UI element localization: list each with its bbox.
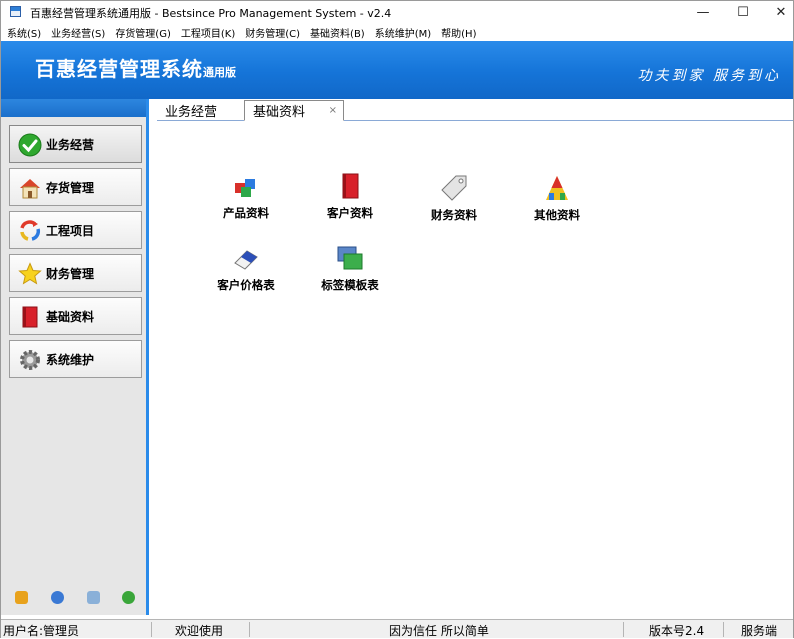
banner-slogan: 功夫到家 服务到心 xyxy=(637,68,781,84)
banner-title-text: 百惠经营管理系统 xyxy=(35,57,203,81)
palette-icon xyxy=(546,176,568,200)
sidebar-header xyxy=(1,99,146,117)
status-divider xyxy=(623,622,624,637)
tab-business[interactable]: 业务经营 xyxy=(165,100,217,121)
status-divider xyxy=(151,622,152,637)
module-label: 财务资料 xyxy=(431,208,477,222)
tab-close-icon[interactable]: × xyxy=(329,105,337,116)
eraser-icon xyxy=(234,250,258,270)
status-user: 用户名:管理员 xyxy=(3,624,80,638)
module-customer-price-list[interactable]: 客户价格表 xyxy=(204,243,288,293)
sidebar-item-label: 工程项目 xyxy=(46,223,95,238)
gear-icon xyxy=(20,350,40,370)
back-icon[interactable] xyxy=(122,591,135,604)
book-icon xyxy=(22,306,38,328)
cubes-icon xyxy=(235,179,255,197)
header-banner: 百惠经营管理系统通用版 功夫到家 服务到心 xyxy=(1,41,793,99)
main-content: 产品资料 客户资料 财务资料 其他资料 客户价格表 标签模板表 xyxy=(152,121,793,615)
sidebar-item-label: 业务经营 xyxy=(46,137,95,152)
status-motto: 因为信任 所以简单 xyxy=(389,624,489,638)
tab-basic-data[interactable]: 基础资料 × xyxy=(244,100,344,121)
module-other-data[interactable]: 其他资料 xyxy=(515,173,599,223)
menu-business[interactable]: 业务经营(S) xyxy=(51,25,105,40)
sidebar-item-label: 存货管理 xyxy=(46,180,95,195)
key-icon[interactable] xyxy=(15,591,28,604)
sidebar-item-label: 系统维护 xyxy=(46,352,95,367)
tab-bar: 业务经营 基础资料 × xyxy=(157,99,793,121)
minimize-button[interactable]: — xyxy=(685,1,721,23)
status-version: 版本号2.4 xyxy=(649,624,705,638)
module-label: 客户价格表 xyxy=(217,278,275,292)
module-label: 产品资料 xyxy=(223,206,269,220)
search-doc-icon[interactable] xyxy=(87,591,100,604)
title-bar: 百惠经营管理系统通用版 - Bestsince Pro Management S… xyxy=(1,1,793,23)
sidebar-item-maintenance[interactable]: 系统维护 xyxy=(9,340,142,378)
module-customer-data[interactable]: 客户资料 xyxy=(308,171,392,221)
app-icon xyxy=(10,6,21,17)
app-window: 百惠经营管理系统通用版 - Bestsince Pro Management S… xyxy=(0,0,794,638)
menu-projects[interactable]: 工程项目(K) xyxy=(181,25,235,40)
sidebar-item-projects[interactable]: 工程项目 xyxy=(9,211,142,249)
menu-inventory[interactable]: 存货管理(G) xyxy=(115,25,171,40)
status-server: 服务端 xyxy=(741,624,778,638)
status-bar: 用户名:管理员 欢迎使用 因为信任 所以简单 版本号2.4 服务端 xyxy=(1,619,793,638)
star-icon xyxy=(18,262,42,285)
module-label: 其他资料 xyxy=(534,208,580,222)
sidebar-item-label: 财务管理 xyxy=(46,266,95,281)
check-icon xyxy=(18,133,42,157)
tag-icon xyxy=(441,175,467,201)
status-welcome: 欢迎使用 xyxy=(175,624,224,638)
module-finance-data[interactable]: 财务资料 xyxy=(412,173,496,223)
status-divider xyxy=(249,622,250,637)
sidebar-item-business[interactable]: 业务经营 xyxy=(9,125,142,163)
banner-edition: 通用版 xyxy=(203,66,236,79)
sidebar: 业务经营 存货管理 工程项目 财务管理 基础资料 系统维护 xyxy=(1,99,149,615)
sidebar-item-finance[interactable]: 财务管理 xyxy=(9,254,142,292)
close-button[interactable]: ✕ xyxy=(763,1,794,23)
status-divider xyxy=(723,622,724,637)
menu-basic-data[interactable]: 基础资料(B) xyxy=(310,25,365,40)
window-title: 百惠经营管理系统通用版 - Bestsince Pro Management S… xyxy=(30,7,392,20)
sidebar-item-basic-data[interactable]: 基础资料 xyxy=(9,297,142,335)
module-label: 标签模板表 xyxy=(321,278,379,292)
maximize-button[interactable]: ☐ xyxy=(725,1,761,23)
module-product-data[interactable]: 产品资料 xyxy=(204,171,288,221)
sidebar-toolbar xyxy=(1,587,146,609)
menu-finance[interactable]: 财务管理(C) xyxy=(245,25,300,40)
module-label-template[interactable]: 标签模板表 xyxy=(308,243,392,293)
tab-label: 基础资料 xyxy=(253,105,306,120)
module-label: 客户资料 xyxy=(327,206,373,220)
menu-system[interactable]: 系统(S) xyxy=(7,25,41,40)
menu-bar: 系统(S) 业务经营(S) 存货管理(G) 工程项目(K) 财务管理(C) 基础… xyxy=(1,23,793,41)
sidebar-item-inventory[interactable]: 存货管理 xyxy=(9,168,142,206)
menu-maintenance[interactable]: 系统维护(M) xyxy=(375,25,431,40)
recycle-icon xyxy=(20,220,41,241)
windows-icon xyxy=(337,246,363,270)
banner-title: 百惠经营管理系统通用版 xyxy=(35,53,236,82)
house-icon xyxy=(20,179,40,199)
red-book-icon xyxy=(342,173,359,199)
menu-help[interactable]: 帮助(H) xyxy=(441,25,476,40)
clock-icon[interactable] xyxy=(51,591,64,604)
sidebar-item-label: 基础资料 xyxy=(46,309,95,324)
